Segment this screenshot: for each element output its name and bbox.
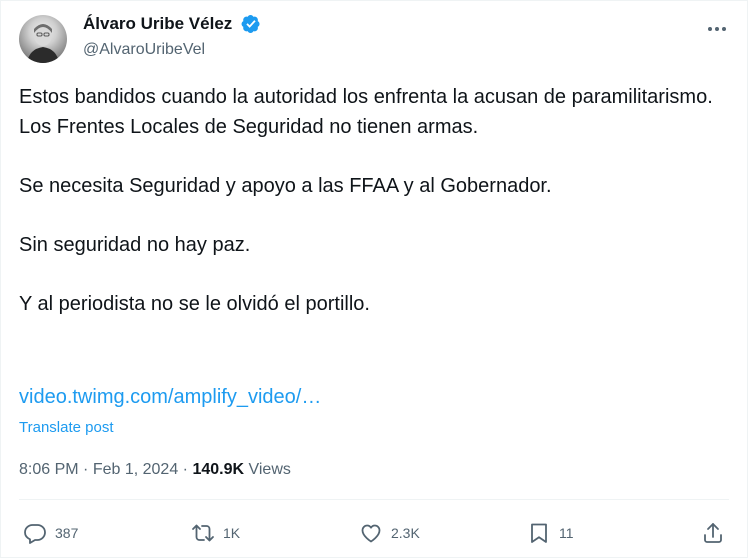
avatar-portrait-icon [27, 24, 59, 63]
share-button[interactable] [701, 517, 725, 549]
reply-button[interactable]: 387 [23, 517, 78, 549]
translate-post-link[interactable]: Translate post [19, 419, 114, 436]
post-text: Estos bandidos cuando la autoridad los e… [19, 83, 723, 319]
views-count: 140.9K [192, 461, 245, 478]
share-icon [704, 523, 722, 543]
video-link[interactable]: video.twimg.com/amplify_video/… [19, 386, 321, 408]
more-horizontal-icon[interactable] [705, 17, 729, 41]
post-paragraph: Los Frentes Locales de Seguridad no tien… [19, 115, 479, 138]
verified-badge-icon [241, 15, 260, 33]
post-paragraph: Sin seguridad no hay paz. [19, 233, 251, 256]
bookmark-icon [531, 523, 547, 543]
meta-separator: · [178, 461, 193, 478]
like-count: 2.3K [391, 525, 420, 541]
reply-count: 387 [55, 525, 79, 541]
like-button[interactable]: 2.3K [359, 517, 420, 549]
bookmark-button[interactable]: 11 [527, 517, 574, 549]
views-label: Views [248, 461, 291, 478]
post-paragraph: Se necesita Seguridad y apoyo a las FFAA… [19, 174, 552, 197]
post-paragraph: Estos bandidos cuando la autoridad los e… [19, 86, 713, 108]
divider [19, 499, 729, 500]
repost-button[interactable]: 1K [191, 517, 240, 549]
post-paragraph: Y al periodista no se le olvidó el porti… [19, 292, 370, 315]
heart-icon [361, 524, 381, 543]
post-link-container: video.twimg.com/amplify_video/… [19, 383, 321, 413]
action-bar: 387 1K 2.3K 11 [19, 517, 729, 549]
reply-icon [24, 524, 46, 544]
author-handle[interactable]: @AlvaroUribeVel [83, 41, 261, 59]
bookmark-count: 11 [559, 525, 574, 541]
repost-count: 1K [223, 525, 241, 541]
post-header: Álvaro Uribe Vélez @AlvaroUribeVel [19, 13, 729, 69]
repost-icon [192, 524, 214, 542]
post-meta: 8:06 PM · Feb 1, 2024 · 140.9K Views [19, 459, 291, 481]
author-names: Álvaro Uribe Vélez @AlvaroUribeVel [83, 13, 261, 59]
avatar[interactable] [19, 15, 67, 63]
meta-separator: · [78, 461, 93, 478]
author-display-name[interactable]: Álvaro Uribe Vélez [83, 13, 232, 35]
post-date[interactable]: Feb 1, 2024 [93, 461, 178, 478]
post-time[interactable]: 8:06 PM [19, 461, 79, 478]
